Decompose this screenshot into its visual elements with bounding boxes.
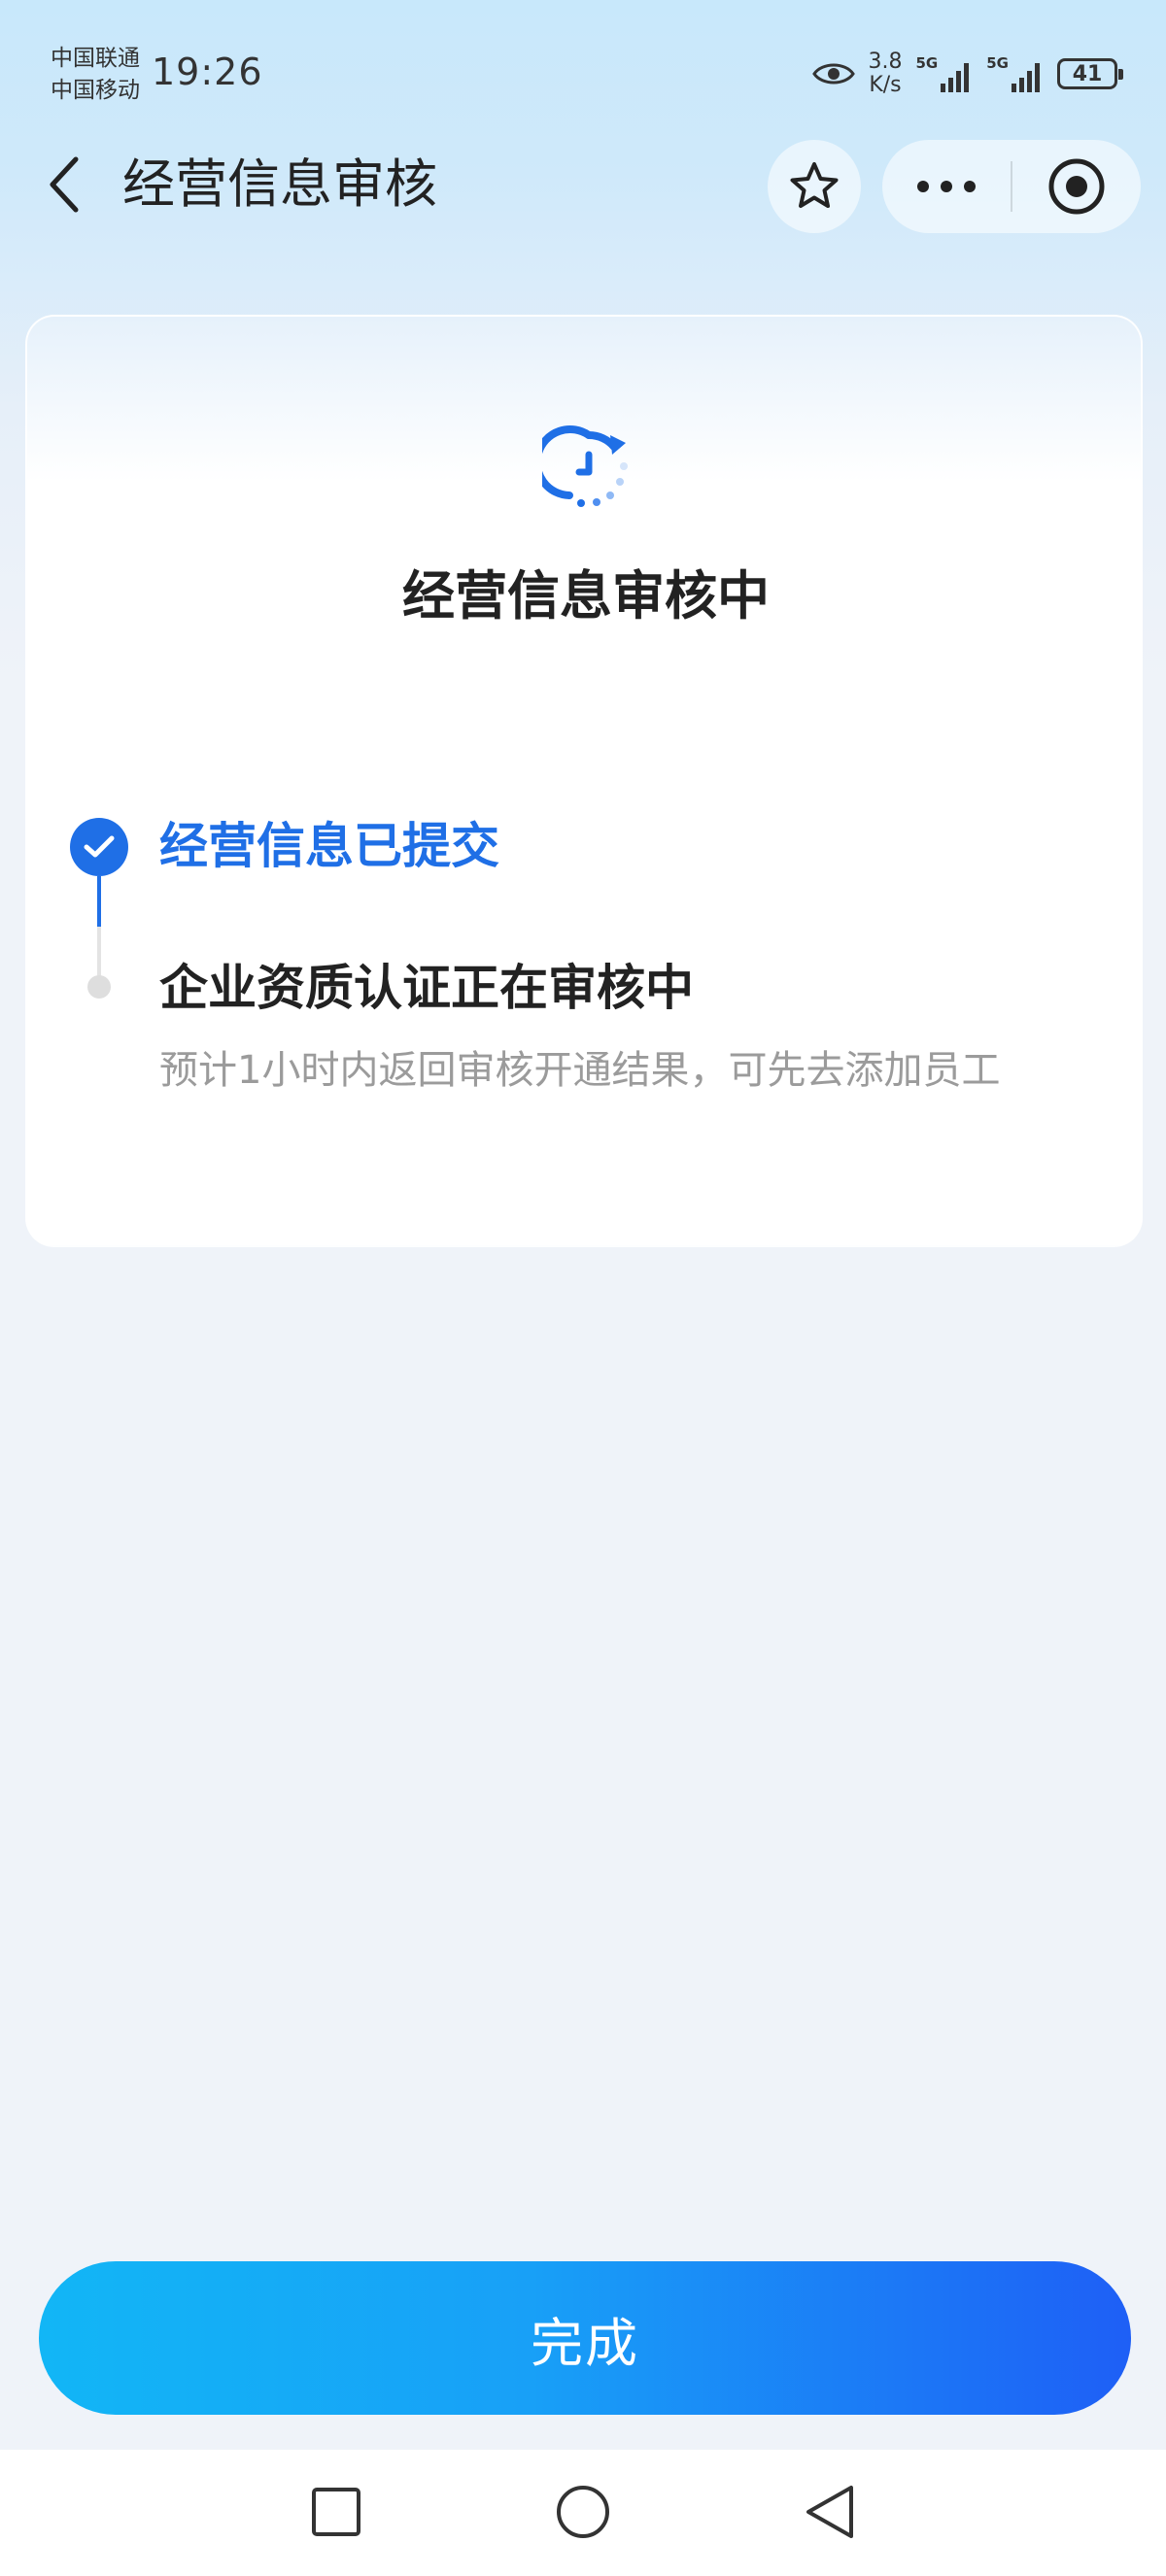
checkmark-icon (84, 835, 115, 858)
close-miniprogram-button[interactable] (1012, 140, 1141, 233)
net-speed: 3.8 K/s (869, 51, 903, 97)
signal-2-label: 5G (986, 54, 1009, 72)
square-icon (312, 2488, 360, 2536)
system-nav-bar (0, 2450, 1166, 2576)
page-title: 经营信息审核 (122, 153, 437, 215)
status-time: 19:26 (152, 51, 263, 93)
step-pending-marker (87, 975, 111, 999)
signal-1-label: 5G (915, 54, 939, 72)
step-connector-active (97, 876, 101, 927)
back-button[interactable] (33, 153, 95, 216)
battery-level: 41 (1072, 61, 1103, 86)
triangle-back-icon (806, 2486, 853, 2538)
step-2-description: 预计1小时内返回审核开通结果，可先去添加员工 (159, 1048, 1001, 1093)
target-close-icon (1048, 158, 1105, 215)
step-2-label: 企业资质认证正在审核中 (159, 960, 694, 1016)
star-icon (790, 162, 839, 208)
status-icons: 3.8 K/s 5G 5G 41 (811, 47, 1123, 101)
battery-icon: 41 (1057, 58, 1123, 89)
review-status-card: 经营信息审核中 经营信息已提交 企业资质认证正在审核中 预计1小时内返回审核开通… (25, 315, 1143, 1247)
signal-1: 5G (916, 54, 974, 93)
done-button[interactable]: 完成 (39, 2261, 1131, 2415)
page: 中国联通 中国移动 19:26 3.8 K/s 5G 5G 41 经营信息审核 … (0, 0, 1166, 2576)
net-speed-value: 3.8 (868, 50, 903, 74)
more-button[interactable] (882, 140, 1011, 233)
signal-bars-icon (1012, 63, 1040, 92)
more-dots-icon (917, 181, 976, 192)
nav-bar: 经营信息审核 (0, 136, 1166, 233)
home-button[interactable] (544, 2473, 622, 2551)
status-bar: 中国联通 中国移动 19:26 3.8 K/s 5G 5G 41 (0, 0, 1166, 136)
miniprogram-capsule (882, 140, 1141, 233)
system-back-button[interactable] (791, 2473, 869, 2551)
carrier-2: 中国移动 (51, 78, 140, 103)
chevron-left-icon (50, 156, 79, 213)
recent-apps-button[interactable] (297, 2473, 375, 2551)
clock-refresh-icon (542, 425, 628, 507)
net-speed-unit: K/s (869, 73, 902, 97)
card-title: 经营信息审核中 (402, 565, 770, 627)
signal-2: 5G (986, 54, 1044, 93)
carrier-1: 中国联通 (51, 46, 140, 71)
circle-icon (557, 2486, 609, 2538)
carrier-info: 中国联通 中国移动 (51, 43, 140, 107)
eye-icon (811, 63, 855, 85)
step-completed-marker (70, 818, 128, 876)
step-1-label: 经营信息已提交 (159, 818, 499, 874)
signal-bars-icon (941, 63, 970, 92)
favorite-button[interactable] (768, 140, 861, 233)
step-connector-pending (97, 927, 101, 979)
